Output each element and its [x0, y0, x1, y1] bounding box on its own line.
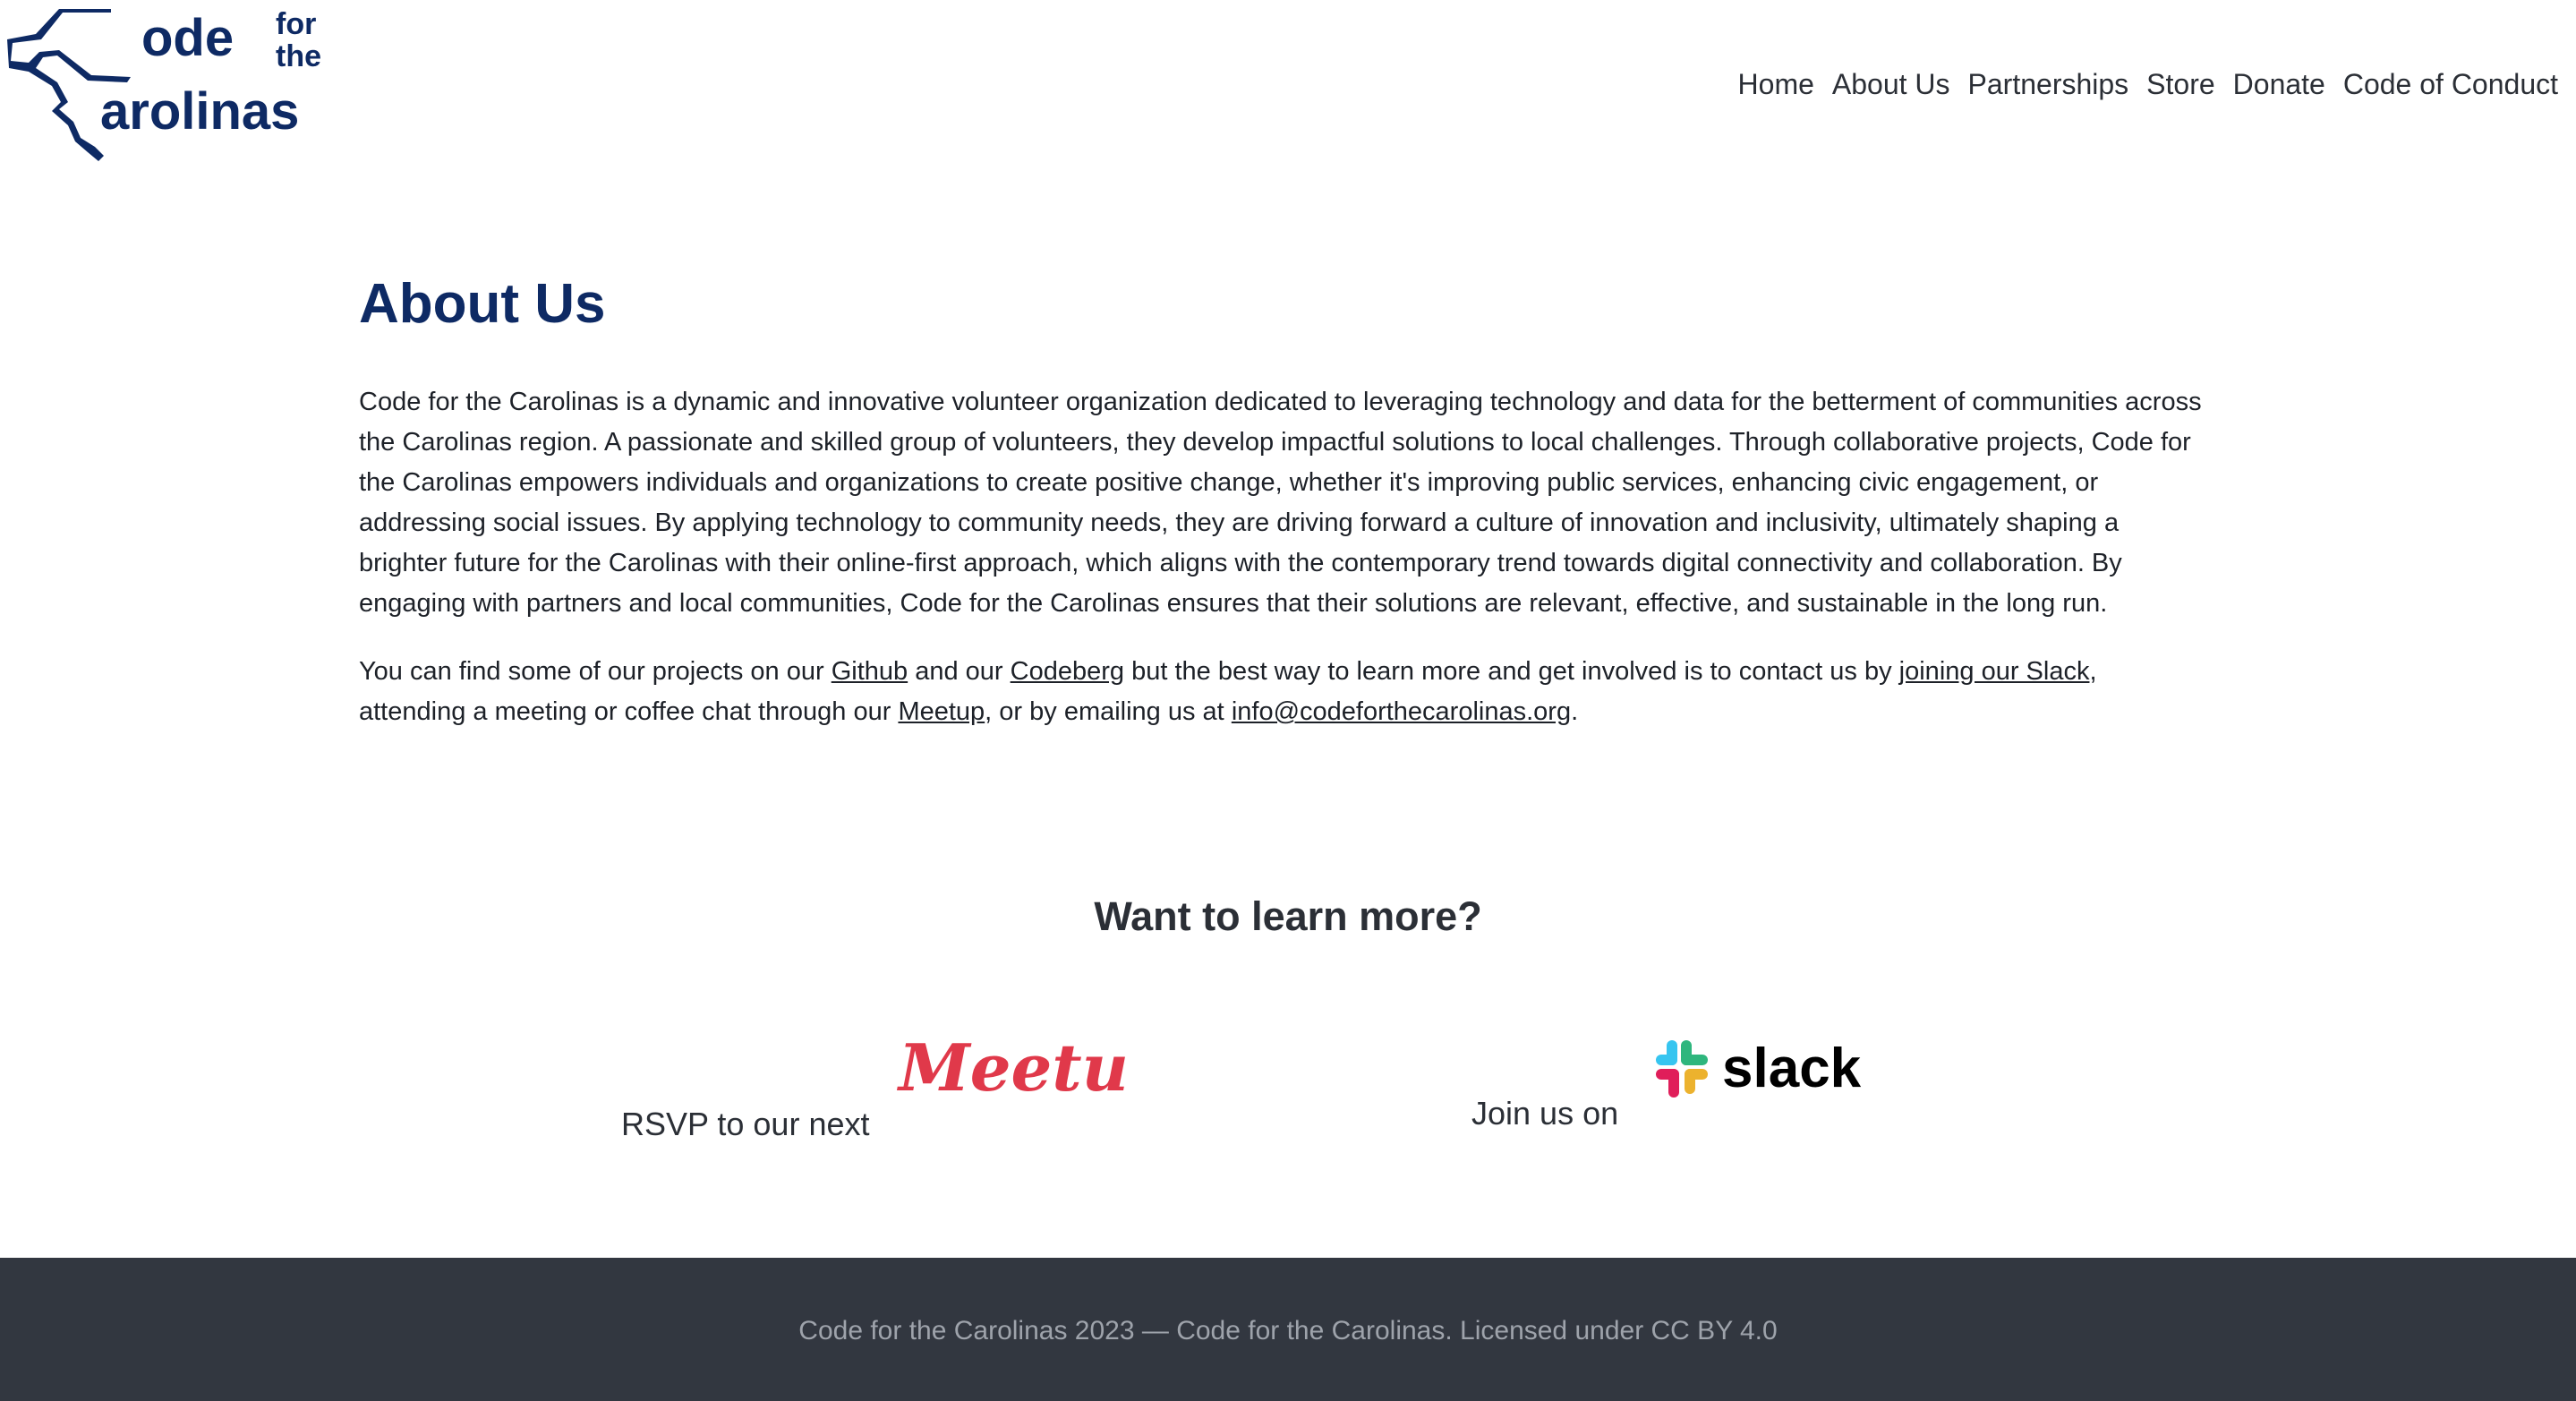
- nav-code-of-conduct[interactable]: Code of Conduct: [2343, 66, 2558, 102]
- carolinas-map-logo-icon: ode for the arolinas: [7, 7, 321, 161]
- join-text: Join us on: [1471, 1095, 1619, 1132]
- svg-text:slack: slack: [1722, 1038, 1862, 1099]
- page-title: About Us: [359, 273, 606, 335]
- site-footer: Code for the Carolinas 2023 — Code for t…: [0, 1258, 2576, 1401]
- svg-text:arolinas: arolinas: [100, 82, 299, 141]
- about-content: About Us Code for the Carolinas is a dyn…: [359, 269, 2203, 732]
- contact-text: and our: [908, 657, 1011, 686]
- slack-logo-icon: slack: [1656, 1038, 1862, 1099]
- slack-link[interactable]: joining our Slack: [1899, 657, 2090, 686]
- slack-hash-icon: [1656, 1040, 1708, 1098]
- svg-text:ode: ode: [141, 9, 234, 67]
- nav-about-us[interactable]: About Us: [1832, 66, 1950, 102]
- contact-text: , or by emailing us at: [985, 697, 1232, 726]
- svg-text:for: for: [276, 7, 316, 41]
- learn-more-heading: Want to learn more?: [1094, 893, 1482, 939]
- meetup-logo-icon: Meetup: [896, 1029, 1173, 1106]
- svg-text:Meetup: Meetup: [896, 1031, 1130, 1106]
- svg-text:the: the: [276, 39, 321, 73]
- contact-text: but the best way to learn more and get i…: [1124, 657, 1899, 686]
- nav-donate[interactable]: Donate: [2233, 66, 2325, 102]
- contact-paragraph: You can find some of our projects on our…: [359, 652, 2203, 732]
- nav-partnerships[interactable]: Partnerships: [1968, 66, 2129, 102]
- footer-copyright: Code for the Carolinas 2023 — Code for t…: [798, 1316, 1778, 1345]
- meetup-logo-link[interactable]: Meetup: [895, 1029, 1173, 1124]
- codeberg-link[interactable]: Codeberg: [1011, 657, 1124, 686]
- site-header: ode for the arolinas Home About Us Partn…: [0, 0, 2576, 170]
- rsvp-text: RSVP to our next: [621, 1106, 870, 1142]
- contact-text: You can find some of our projects on our: [359, 657, 832, 686]
- email-link[interactable]: info@codeforthecarolinas.org: [1232, 697, 1571, 726]
- slack-logo-link[interactable]: slack: [1654, 1037, 1880, 1101]
- main-nav: Home About Us Partnerships Store Donate …: [1720, 66, 2558, 102]
- nav-home[interactable]: Home: [1738, 66, 1814, 102]
- meetup-link[interactable]: Meetup: [898, 697, 985, 726]
- about-paragraph: Code for the Carolinas is a dynamic and …: [359, 388, 2202, 618]
- site-logo[interactable]: ode for the arolinas: [5, 4, 345, 163]
- contact-text: .: [1571, 697, 1579, 726]
- nav-store[interactable]: Store: [2146, 66, 2214, 102]
- github-link[interactable]: Github: [832, 657, 908, 686]
